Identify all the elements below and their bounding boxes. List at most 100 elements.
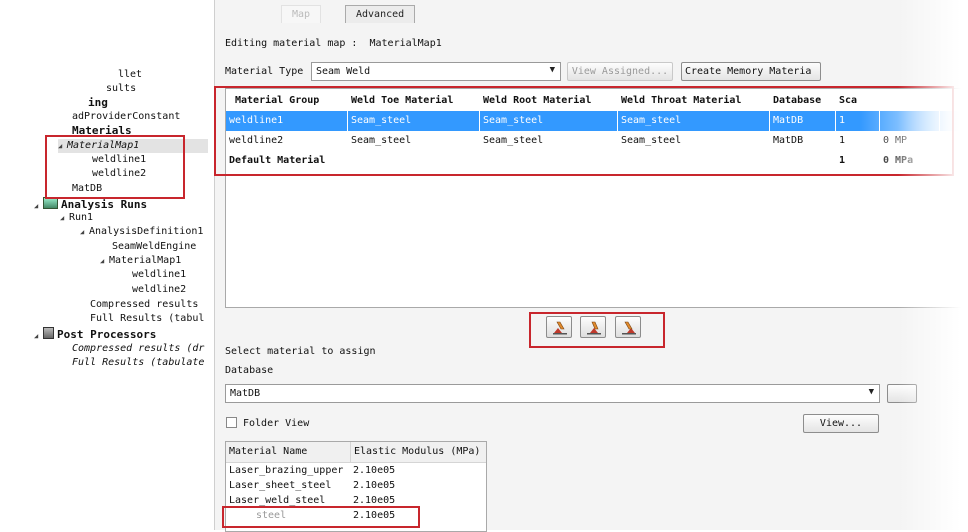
view-button[interactable]: View... — [803, 414, 879, 433]
tree-item-post-processors[interactable]: ◢ Post Processors — [34, 327, 156, 343]
tree-item[interactable]: ing — [88, 96, 108, 109]
tree-item-compressed-results[interactable]: Compressed results — [90, 298, 198, 311]
grid-cell: weldline1 — [226, 111, 348, 131]
material-map-editor: Map Advanced Editing material map : Mate… — [214, 0, 968, 532]
chevron-down-icon[interactable]: ▼ — [550, 65, 555, 75]
list-cell: Laser_weld_steel — [229, 495, 326, 506]
tree-item-run-weldline1[interactable]: weldline1 — [132, 268, 186, 281]
grid-cell: 1 — [836, 111, 880, 131]
tree-item-analysis-definition[interactable]: ◢ AnalysisDefinition1 — [80, 225, 203, 239]
list-header-row: Material Name Elastic Modulus (MPa) — [226, 442, 486, 463]
project-tree: llet sults ing adProviderConstant Materi… — [0, 0, 212, 530]
tree-item[interactable]: llet — [118, 68, 142, 81]
tree-item-label: MaterialMap1 — [109, 255, 182, 266]
tab-map[interactable]: Map — [281, 5, 322, 23]
list-item[interactable]: steel 2.10e05 — [226, 509, 486, 523]
tree-item-run1[interactable]: ◢ Run1 — [60, 211, 93, 225]
weld-assign-icon — [622, 321, 636, 335]
editing-caption: Editing material map : — [225, 38, 358, 49]
analysis-runs-icon — [43, 197, 58, 209]
assign-toe-button[interactable] — [546, 316, 572, 338]
grid-cell: MatDB — [770, 111, 836, 131]
list-cell: 2.10e05 — [353, 510, 396, 521]
grid-cell — [880, 111, 940, 131]
collapse-triangle-icon[interactable]: ◢ — [100, 255, 109, 268]
view-assigned-button[interactable]: View Assigned... — [567, 62, 673, 81]
grid-cell: Seam_steel — [621, 135, 682, 146]
grid-cell: Seam_steel — [483, 135, 544, 146]
grid-cell: 1 — [839, 135, 846, 146]
table-row[interactable]: weldline1 Seam_steel Seam_steel Seam_ste… — [226, 111, 968, 131]
tree-item[interactable]: adProviderConstant — [72, 110, 180, 123]
collapse-triangle-icon[interactable]: ◢ — [34, 330, 43, 343]
grid-header-cell[interactable]: Sca — [836, 91, 880, 111]
grid-header-cell[interactable]: Database — [770, 91, 838, 111]
tree-item-seamweldengine[interactable]: SeamWeldEngine — [112, 240, 196, 253]
tree-item-materialmap1[interactable]: ◢ MaterialMap1 — [58, 139, 208, 153]
chevron-down-icon[interactable]: ▼ — [869, 387, 874, 397]
tree-item-matdb[interactable]: MatDB — [72, 182, 102, 195]
weld-assign-icon — [587, 321, 601, 335]
grid-cell: Default Material — [229, 155, 326, 166]
grid-cell: MatDB — [773, 135, 804, 146]
database-value: MatDB — [230, 388, 261, 399]
grid-header-cell[interactable]: Weld Throat Material — [618, 91, 772, 111]
grid-cell: Seam_steel — [480, 111, 618, 131]
weld-assign-icon — [553, 321, 567, 335]
list-cell: Laser_brazing_upper — [229, 465, 344, 476]
list-item[interactable]: Laser_brazing_upper 2.10e05 — [226, 464, 486, 478]
tree-item-run-weldline2[interactable]: weldline2 — [132, 283, 186, 296]
grid-cell: weldline2 — [229, 135, 284, 146]
create-memory-material-button[interactable]: Create Memory Materia — [681, 62, 821, 81]
editing-map-name: MaterialMap1 — [369, 38, 442, 49]
material-type-label: Material Type — [225, 66, 304, 77]
grid-header-row: Material Group Weld Toe Material Weld Ro… — [226, 91, 968, 111]
assign-root-button[interactable] — [580, 316, 606, 338]
grid-cell: 0 MP — [883, 135, 908, 146]
collapse-triangle-icon[interactable]: ◢ — [60, 212, 69, 225]
tree-item-full-results[interactable]: Full Results (tabul — [90, 312, 204, 325]
tree-item-weldline2[interactable]: weldline2 — [92, 167, 146, 180]
collapse-triangle-icon[interactable]: ◢ — [34, 200, 43, 213]
tree-item-label: Analysis Runs — [61, 198, 148, 211]
tree-item-pp-compressed[interactable]: Compressed results (dr — [72, 342, 204, 355]
grid-cell: Seam_steel — [351, 135, 412, 146]
grid-header-cell[interactable]: Weld Toe Material — [348, 91, 480, 111]
tree-item-label: MaterialMap1 — [67, 140, 140, 151]
material-type-select[interactable]: Seam Weld ▼ — [311, 62, 561, 81]
material-type-value: Seam Weld — [316, 66, 371, 77]
select-material-title: Select material to assign — [225, 346, 376, 357]
grid-header-cell[interactable]: Material Group — [232, 91, 350, 111]
collapse-triangle-icon[interactable]: ◢ — [80, 226, 89, 239]
folder-view-checkbox[interactable] — [226, 417, 237, 428]
list-cell: 2.10e05 — [353, 480, 396, 491]
table-row[interactable]: weldline2 Seam_steel Seam_steel Seam_ste… — [226, 131, 968, 151]
collapse-triangle-icon[interactable]: ◢ — [58, 140, 67, 153]
database-options-button[interactable] — [887, 384, 917, 403]
list-item[interactable]: Laser_weld_steel 2.10e05 — [226, 494, 486, 508]
grid-cell — [770, 151, 836, 171]
assign-throat-button[interactable] — [615, 316, 641, 338]
tree-item[interactable]: sults — [106, 82, 136, 95]
list-header-cell[interactable]: Elastic Modulus (MPa) — [350, 442, 486, 462]
list-cell: Laser_sheet_steel — [229, 480, 332, 491]
tree-item-label: Run1 — [69, 212, 94, 223]
list-header-cell[interactable]: Material Name — [226, 442, 351, 462]
database-select[interactable]: MatDB ▼ — [225, 384, 880, 403]
tree-item-label: AnalysisDefinition1 — [89, 226, 204, 237]
grid-cell — [618, 151, 770, 171]
list-item[interactable]: Laser_sheet_steel 2.10e05 — [226, 479, 486, 493]
grid-cell: Seam_steel — [618, 111, 770, 131]
table-row[interactable]: Default Material 1 0 MPa — [226, 151, 968, 171]
tree-item-materials[interactable]: Materials — [72, 124, 132, 137]
tree-item-pp-full[interactable]: Full Results (tabulate — [72, 356, 204, 369]
database-label: Database — [225, 365, 274, 376]
tree-item-weldline1[interactable]: weldline1 — [92, 153, 146, 166]
editing-label: Editing material map : MaterialMap1 — [225, 38, 442, 49]
tab-advanced[interactable]: Advanced — [345, 5, 416, 23]
fade-overlay — [0, 0, 70, 140]
grid-header-cell[interactable]: Weld Root Material — [480, 91, 618, 111]
tree-item-label: Post Processors — [57, 328, 157, 341]
tree-item-run-materialmap1[interactable]: ◢ MaterialMap1 — [100, 254, 181, 268]
grid-cell — [480, 151, 618, 171]
